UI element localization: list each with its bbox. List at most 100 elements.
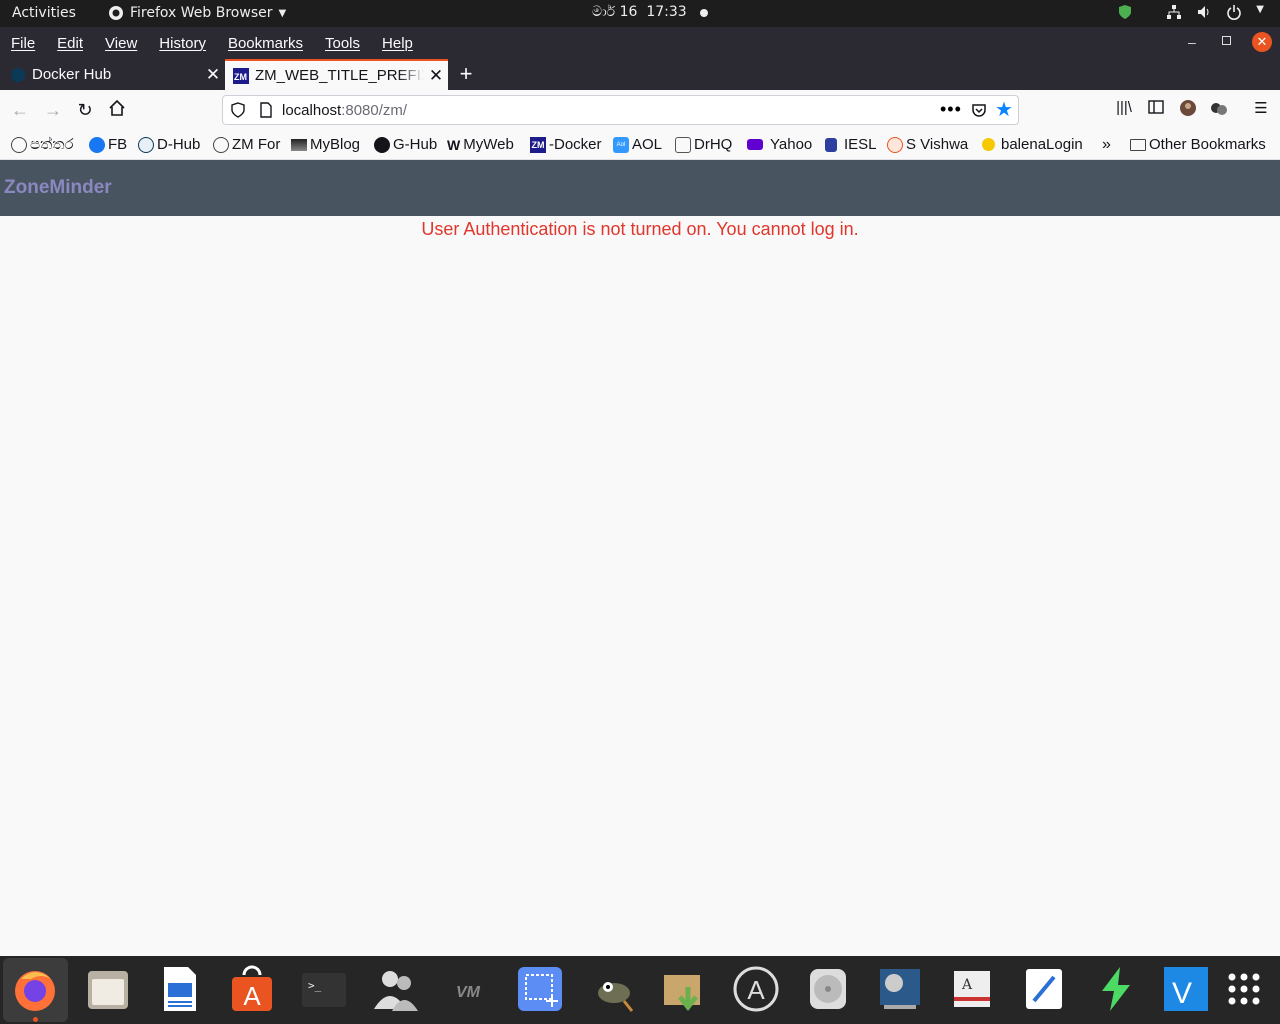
bookmark-item[interactable]: S Vishwa [887,136,968,153]
zoneminder-header [0,160,1280,216]
zm-favicon-icon: ZM [233,67,249,84]
bookmark-item[interactable]: FB [89,136,127,153]
page-title[interactable]: ZoneMinder [4,177,112,199]
aol-icon: Aol [613,136,629,153]
tab-zoneminder[interactable]: ZM ZM_WEB_TITLE_PREFIX ✕ [225,59,448,90]
balena-icon [982,138,995,151]
bookmark-item[interactable]: MyBlog [291,136,360,153]
flash-icon[interactable] [1092,965,1140,1013]
disk-icon[interactable] [804,965,852,1013]
globe-icon [11,136,27,153]
firefox-icon[interactable] [11,965,59,1013]
bookmark-label: G-Hub [393,136,438,153]
bookmarks-overflow-icon[interactable]: » [1102,136,1111,154]
minimize-window-icon[interactable]: – [1188,34,1196,50]
close-window-icon[interactable]: ✕ [1252,32,1272,52]
menu-tools[interactable]: Tools [314,35,371,52]
clock[interactable]: මාර් 16 17:33 [592,4,687,20]
forward-button[interactable]: → [42,99,64,121]
tab-docker-hub[interactable]: Docker Hub ✕ [0,59,225,90]
terminal-icon[interactable]: >_ [300,965,348,1013]
tab-close-icon[interactable]: ✕ [201,65,225,85]
page-actions-icon[interactable]: ••• [940,99,962,120]
vscode-icon[interactable]: V [1164,965,1212,1013]
tab-title: Docker Hub [32,66,112,83]
tab-close-icon[interactable]: ✕ [424,66,448,86]
writer-icon[interactable] [156,965,204,1013]
menu-history[interactable]: History [148,35,217,52]
reload-button[interactable]: ↻ [74,99,96,121]
firefox-small-icon [109,6,123,20]
bookmark-item[interactable]: D-Hub [138,136,200,153]
svg-text:A: A [961,977,973,993]
files-icon[interactable] [84,965,132,1013]
dictionary-icon[interactable]: A [948,965,996,1013]
facebook-icon [89,136,105,153]
pocket-icon[interactable] [971,102,987,118]
extensions-icon[interactable] [1208,99,1230,121]
bookmark-item[interactable]: ZM For [213,136,280,153]
home-button[interactable] [106,99,128,121]
box-icon [675,136,691,153]
bookmark-label: FB [108,136,128,153]
docker-icon [138,136,154,153]
bookmark-label: IESL [844,136,877,153]
bookmark-item[interactable]: Aol AOL [613,136,662,153]
page-info-icon[interactable] [259,102,273,118]
app-menu[interactable]: Firefox Web Browser ▼ [108,5,286,21]
svg-text:ZM: ZM [234,72,247,82]
bookmark-folder-other[interactable]: Other Bookmarks [1130,136,1266,153]
activities-button[interactable]: Activities [12,5,76,21]
address-bar[interactable]: localhost:8080/zm/ ••• ★ [222,95,1019,125]
app-grid-icon[interactable] [1220,965,1268,1013]
menu-file[interactable]: File [0,35,46,52]
library-icon[interactable]: |||\ [1113,99,1135,121]
running-indicator [33,1017,38,1022]
sidebar-icon[interactable] [1145,99,1167,121]
app-store-icon[interactable]: A [732,965,780,1013]
bookmark-item[interactable]: ZM -Docker [530,136,602,153]
bookmark-item[interactable]: G-Hub [374,136,437,153]
bookmark-item[interactable]: DrHQ [675,136,732,153]
bookmark-label: MyWeb [463,136,514,153]
gimp-icon[interactable] [588,965,636,1013]
maximize-window-icon[interactable] [1222,36,1231,45]
text-editor-icon[interactable] [1020,965,1068,1013]
users-icon[interactable] [372,965,420,1013]
menu-bookmarks[interactable]: Bookmarks [217,35,314,52]
bookmark-item[interactable]: Yahoo [747,136,812,153]
bookmark-item[interactable]: පත්තර [11,136,74,153]
screenshot-icon[interactable] [516,965,564,1013]
menu-bar: File Edit View History Bookmarks Tools H… [0,27,1280,59]
svg-text:A: A [243,981,261,1011]
bookmark-item[interactable]: W MyWeb [447,136,514,153]
bookmark-item[interactable]: IESL [825,136,877,153]
clock-time: 17:33 [646,4,687,20]
caret-down-icon: ▼ [278,7,287,19]
account-avatar-icon[interactable] [1177,99,1199,121]
bookmark-label: ZM For [232,136,281,153]
network-icon [1167,5,1182,19]
iesl-icon [825,137,837,152]
menu-edit[interactable]: Edit [46,35,94,52]
video-icon[interactable] [876,965,924,1013]
hamburger-menu-icon[interactable]: ☰ [1250,99,1272,121]
app-menu-label: Firefox Web Browser [130,5,273,21]
zm-icon: ZM [530,136,546,153]
tracking-shield-icon[interactable] [231,102,245,118]
menu-help[interactable]: Help [371,35,424,52]
menu-view[interactable]: View [94,35,148,52]
software-center-icon[interactable]: A [228,965,276,1013]
back-button[interactable]: ← [9,99,31,121]
new-tab-button[interactable]: + [455,59,477,90]
system-tray[interactable]: ▼ [1118,4,1264,20]
bookmarks-toolbar: පත්තර FB D-Hub ZM For MyBlog G-Hub W MyWe… [0,130,1280,160]
bookmark-star-icon[interactable]: ★ [995,97,1013,122]
image-icon [291,138,307,151]
power-icon [1227,5,1242,20]
vm-icon[interactable]: VM [444,965,492,1013]
archive-icon[interactable] [660,965,708,1013]
bookmark-item[interactable]: balenaLogin [982,136,1083,153]
tab-bar: Docker Hub ✕ ZM ZM_WEB_TITLE_PREFIX ✕ + [0,59,1280,90]
docker-favicon-icon [11,67,25,82]
